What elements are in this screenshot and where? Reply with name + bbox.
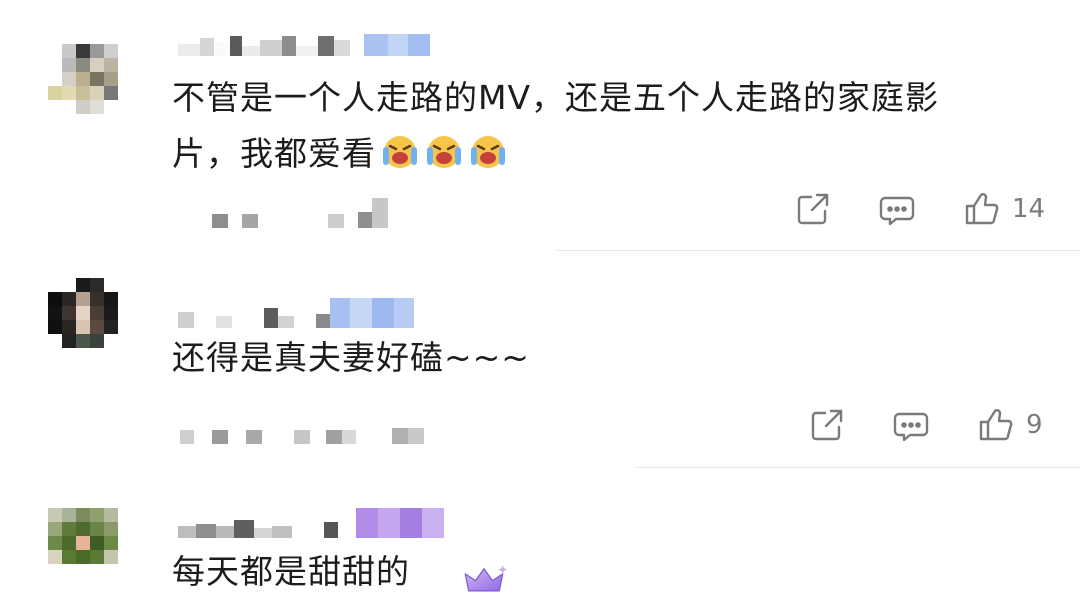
share-icon — [811, 409, 843, 441]
comment-3: 每天都是甜甜的 — [0, 468, 1080, 596]
share-button[interactable] — [808, 406, 846, 444]
comment-text: 还得是真夫妻好磕~~~ — [172, 330, 530, 386]
username-obscured[interactable] — [178, 294, 414, 328]
like-button[interactable]: 9 — [976, 406, 1043, 444]
username-obscured[interactable] — [178, 32, 430, 56]
reply-button[interactable] — [892, 406, 930, 444]
purple-crown-badge-icon — [464, 565, 507, 592]
avatar[interactable] — [48, 44, 132, 128]
comment-icon — [879, 196, 915, 226]
comment-text: 不管是一个人走路的MV，还是五个人走路的家庭影 片，我都爱看 — [172, 70, 939, 182]
comment-text-line-1: 每天都是甜甜的 — [172, 552, 410, 591]
comment-2: 还得是真夫妻好磕~~~ 9 — [0, 250, 1080, 468]
comment-text-line-2: 片，我都爱看 — [172, 126, 939, 182]
timestamp-obscured — [212, 196, 388, 228]
avatar[interactable] — [48, 508, 132, 592]
comment-actions: 9 — [808, 406, 1043, 444]
comment-actions: 14 — [794, 190, 1045, 228]
laughing-crying-emoji-icon — [427, 136, 461, 168]
like-count: 9 — [1026, 410, 1043, 440]
thumbs-up-icon — [979, 409, 1013, 441]
comment-1: 不管是一个人走路的MV，还是五个人走路的家庭影 片，我都爱看 14 — [0, 0, 1080, 250]
share-button[interactable] — [794, 190, 832, 228]
comment-icon — [893, 412, 929, 442]
timestamp-obscured — [180, 426, 424, 444]
share-icon — [797, 193, 829, 225]
thumbs-up-icon — [965, 193, 999, 225]
reply-button[interactable] — [878, 190, 916, 228]
comment-text-line-1: 不管是一个人走路的MV，还是五个人走路的家庭影 — [172, 78, 940, 117]
laughing-crying-emoji-icon — [383, 136, 417, 168]
like-count: 14 — [1012, 194, 1046, 224]
comment-text-line-1: 还得是真夫妻好磕~~~ — [172, 338, 530, 377]
laughing-crying-emoji-icon — [471, 136, 505, 168]
username-obscured[interactable] — [178, 506, 444, 538]
comment-text: 每天都是甜甜的 — [172, 544, 410, 600]
like-button[interactable]: 14 — [962, 190, 1045, 228]
avatar[interactable] — [48, 278, 132, 362]
